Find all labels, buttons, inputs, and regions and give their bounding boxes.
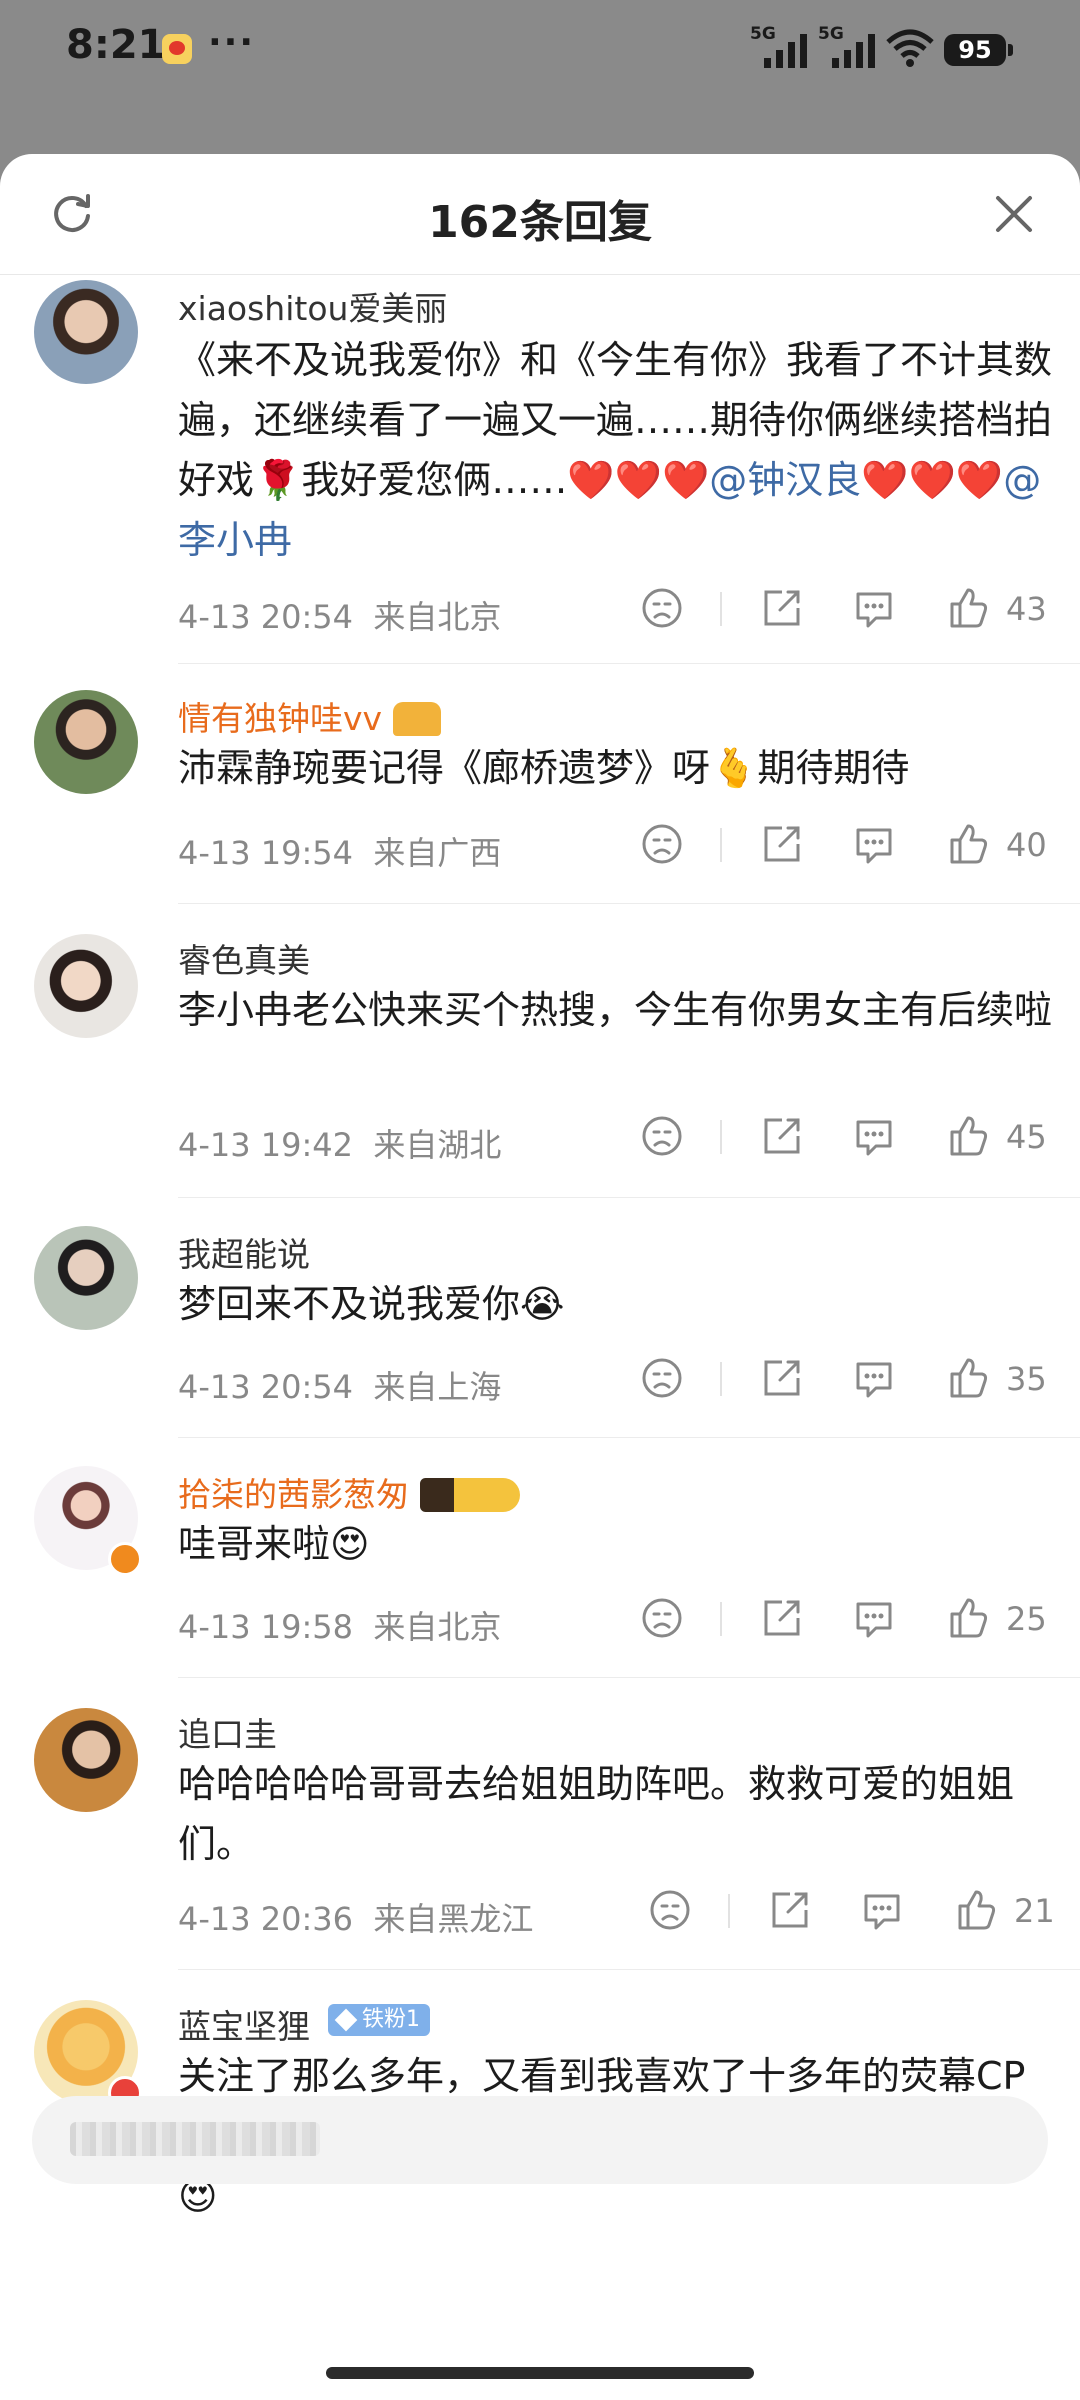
comment-item[interactable]: xiaoshitou爱美丽 《来不及说我爱你》和《今生有你》我看了不计其数遍，还… <box>0 274 1080 664</box>
avatar[interactable] <box>34 280 138 384</box>
action-divider <box>720 592 722 626</box>
cellular-signal-1-icon: 5G <box>750 24 814 68</box>
action-divider <box>720 1362 722 1396</box>
comment-text: 梦回来不及说我爱你😭 <box>178 1282 565 1326</box>
comment-username[interactable]: 拾柒的茜影葱匆 <box>178 1468 520 1516</box>
input-placeholder-blurred <box>70 2122 320 2156</box>
comment-text: 《来不及说我爱你》和《今生有你》我看了不计其数遍，还继续看了一遍又一遍……期待你… <box>178 338 1053 562</box>
dislike-face-icon[interactable] <box>640 1114 684 1158</box>
comment-text: 哈哈哈哈哈哥哥去给姐姐助阵吧。救救可爱的姐姐们。 <box>178 1762 1015 1866</box>
wifi-icon <box>886 29 934 67</box>
status-time: 8:21 <box>66 22 166 68</box>
reply-comment-icon[interactable] <box>852 822 896 866</box>
avatar[interactable] <box>34 1708 138 1812</box>
comment-actions: 25 <box>0 1596 1080 1646</box>
like-count: 43 <box>1006 590 1047 628</box>
like-thumb-icon[interactable] <box>946 1596 990 1640</box>
share-icon[interactable] <box>760 1356 804 1400</box>
comment-item[interactable]: 追口圭 哈哈哈哈哈哥哥去给姐姐助阵吧。救救可爱的姐姐们。 4-13 20:36 … <box>0 1678 1080 1970</box>
comment-item[interactable]: 拾柒的茜影葱匆 哇哥来啦😍 4-13 19:58 来自北京 25 <box>0 1438 1080 1678</box>
comment-text: 沛霖静琬要记得《廊桥遗梦》呀🫰期待期待 <box>178 746 910 790</box>
sheet-header: 162条回复 <box>0 154 1080 275</box>
dislike-face-icon[interactable] <box>640 822 684 866</box>
like-count: 40 <box>1006 826 1047 864</box>
avatar[interactable] <box>34 690 138 794</box>
avatar[interactable] <box>34 934 138 1038</box>
reply-comment-icon[interactable] <box>852 1596 896 1640</box>
reply-comment-icon[interactable] <box>852 1114 896 1158</box>
comment-text: 哇哥来啦😍 <box>178 1522 370 1566</box>
reply-comment-icon[interactable] <box>860 1888 904 1932</box>
share-icon[interactable] <box>760 586 804 630</box>
action-divider <box>720 828 722 862</box>
like-count: 25 <box>1006 1600 1047 1638</box>
sheet-title: 162条回复 <box>428 197 652 248</box>
comment-input[interactable] <box>32 2096 1048 2184</box>
share-icon[interactable] <box>760 1596 804 1640</box>
comment-actions: 21 <box>0 1888 1080 1938</box>
comment-username[interactable]: 情有独钟哇vv <box>178 692 441 740</box>
vip-crown-icon <box>392 702 441 736</box>
reply-comment-icon[interactable] <box>852 586 896 630</box>
battery-indicator: 95 <box>944 34 1013 66</box>
comment-actions: 45 <box>0 1114 1080 1164</box>
dislike-face-icon[interactable] <box>640 586 684 630</box>
like-thumb-icon[interactable] <box>954 1888 998 1932</box>
comment-username[interactable]: xiaoshitou爱美丽 <box>178 282 447 330</box>
comment-username[interactable]: 追口圭 <box>178 1708 277 1756</box>
vip-level-badge-icon <box>419 1478 520 1512</box>
dislike-face-icon[interactable] <box>640 1596 684 1640</box>
verified-badge-icon <box>108 1542 142 1576</box>
share-icon[interactable] <box>768 1888 812 1932</box>
comment-actions: 40 <box>0 822 1080 872</box>
comment-username[interactable]: 睿色真美 <box>178 934 310 982</box>
comment-item[interactable]: 情有独钟哇vv 沛霖静琬要记得《廊桥遗梦》呀🫰期待期待 4-13 19:54 来… <box>0 664 1080 904</box>
avatar[interactable] <box>34 1226 138 1330</box>
mention-link[interactable]: @钟汉良 <box>709 458 861 502</box>
comment-actions: 35 <box>0 1356 1080 1406</box>
fan-badge: 铁粉1 <box>328 2004 430 2036</box>
comment-item[interactable]: 我超能说 梦回来不及说我爱你😭 4-13 20:54 来自上海 35 <box>0 1198 1080 1438</box>
cellular-signal-2-icon: 5G <box>818 24 882 68</box>
like-count: 21 <box>1014 1892 1055 1930</box>
reply-comment-icon[interactable] <box>852 1356 896 1400</box>
replies-sheet: 162条回复 xiaoshitou爱美丽 《来不及说我爱你》和《今生有你》我看了… <box>0 154 1080 2400</box>
weibo-app-icon <box>162 34 192 64</box>
share-icon[interactable] <box>760 1114 804 1158</box>
action-divider <box>728 1894 730 1928</box>
comment-actions: 43 <box>0 586 1080 636</box>
action-divider <box>720 1120 722 1154</box>
status-more-icon: ··· <box>208 22 256 63</box>
like-count: 35 <box>1006 1360 1047 1398</box>
comment-username[interactable]: 蓝宝坚狸 铁粉1 <box>178 2000 430 2048</box>
like-thumb-icon[interactable] <box>946 1114 990 1158</box>
comment-item[interactable]: 睿色真美 李小冉老公快来买个热搜，今生有你男女主有后续啦 4-13 19:42 … <box>0 904 1080 1198</box>
like-thumb-icon[interactable] <box>946 586 990 630</box>
comment-username[interactable]: 我超能说 <box>178 1228 310 1276</box>
comment-text: 李小冉老公快来买个热搜，今生有你男女主有后续啦 <box>178 988 1053 1032</box>
dislike-face-icon[interactable] <box>640 1356 684 1400</box>
gesture-nav-bar <box>0 2350 1080 2400</box>
status-bar: 8:21 ··· 5G 5G 95 <box>0 0 1080 100</box>
home-indicator[interactable] <box>326 2367 754 2379</box>
like-thumb-icon[interactable] <box>946 1356 990 1400</box>
like-thumb-icon[interactable] <box>946 822 990 866</box>
like-count: 45 <box>1006 1118 1047 1156</box>
close-icon[interactable] <box>992 192 1036 236</box>
share-icon[interactable] <box>760 822 804 866</box>
action-divider <box>720 1602 722 1636</box>
dislike-face-icon[interactable] <box>648 1888 692 1932</box>
